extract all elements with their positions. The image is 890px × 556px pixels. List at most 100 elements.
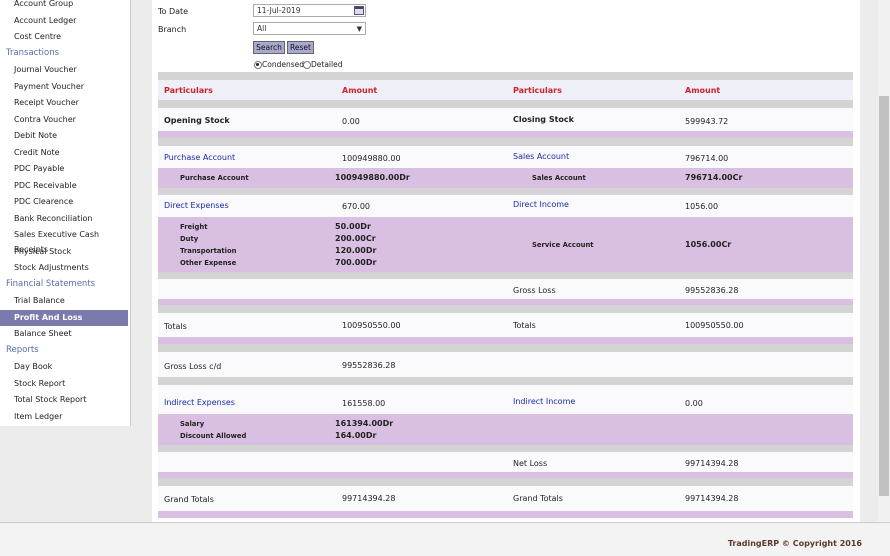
salary-label: Salary: [180, 420, 205, 428]
sidebar-item-debit-note[interactable]: Debit Note: [0, 128, 128, 144]
branch-selected-value: All: [257, 24, 267, 33]
branch-select[interactable]: All ▼: [253, 22, 366, 35]
net-loss-amount: 99714394.28: [685, 459, 739, 468]
header-row: Particulars Amount Particulars Amount: [158, 80, 853, 100]
sidebar-item-account-group[interactable]: Account Group: [0, 0, 128, 12]
gross-loss-cd-label: Gross Loss c/d: [164, 362, 222, 371]
totals-right-amount: 100950550.00: [685, 321, 744, 330]
direct-expenses-amount: 670.00: [342, 202, 370, 211]
transportation-label: Transportation: [180, 247, 237, 255]
calendar-icon[interactable]: [354, 6, 364, 15]
condensed-radio[interactable]: Condensed: [254, 60, 304, 69]
service-account-amount: 1056.00Cr: [685, 240, 732, 249]
header-particulars-right: Particulars: [513, 86, 562, 95]
direct-expenses-link[interactable]: Direct Expenses: [164, 201, 229, 210]
service-account-label: Service Account: [532, 241, 594, 249]
separator: [158, 511, 853, 518]
purchase-sales-row: Purchase Account 100949880.00 Sales Acco…: [158, 146, 853, 168]
direct-income-link[interactable]: Direct Income: [513, 200, 569, 209]
direct-row: Direct Expenses 670.00 Direct Income 105…: [158, 195, 853, 217]
indirect-detail-row: Salary 161394.00Dr Discount Allowed 164.…: [158, 414, 853, 445]
sidebar-item-balance-sheet[interactable]: Balance Sheet: [0, 326, 128, 342]
sidebar-heading-reports: Reports: [6, 344, 39, 355]
opening-stock-label: Opening Stock: [164, 116, 230, 125]
sidebar-item-pdc-receivable[interactable]: PDC Receivable: [0, 178, 128, 194]
header-amount-left: Amount: [342, 86, 378, 95]
vertical-scrollbar[interactable]: [878, 0, 890, 522]
separator: [158, 72, 853, 80]
grand-totals-left-amount: 99714394.28: [342, 494, 396, 503]
separator: [158, 100, 853, 108]
totals-left-amount: 100950550.00: [342, 321, 401, 330]
sidebar-item-total-stock-report[interactable]: Total Stock Report: [0, 392, 128, 408]
separator: [158, 188, 853, 195]
search-button[interactable]: Search: [253, 41, 285, 54]
separator: [158, 377, 853, 385]
sidebar-item-pdc-payable[interactable]: PDC Payable: [0, 161, 128, 177]
freight-label: Freight: [180, 223, 208, 231]
sales-account-link[interactable]: Sales Account: [513, 152, 569, 161]
sidebar-item-sales-executive-cash-receipts[interactable]: Sales Executive Cash Receipts: [0, 227, 128, 254]
totals-right-label: Totals: [513, 321, 536, 330]
separator: [158, 344, 853, 352]
other-expense-amount: 700.00Dr: [335, 258, 377, 267]
gross-loss-amount: 99552836.28: [685, 286, 739, 295]
footer: TradingERP © Copyright 2016: [0, 522, 890, 556]
sidebar-item-physical-stock[interactable]: Physical Stock: [0, 244, 128, 260]
gross-loss-row: Gross Loss 99552836.28: [158, 279, 853, 299]
branch-label: Branch: [158, 25, 187, 34]
sales-account-amount: 796714.00: [685, 154, 729, 163]
separator: [158, 445, 853, 452]
header-amount-right: Amount: [685, 86, 721, 95]
to-date-input[interactable]: 11-Jul-2019: [253, 4, 366, 17]
scrollbar-thumb[interactable]: [879, 96, 889, 496]
totals-row: Totals 100950550.00 Totals 100950550.00: [158, 313, 853, 337]
sidebar-item-bank-reconciliation[interactable]: Bank Reconciliation: [0, 211, 128, 227]
sidebar-item-stock-adjustments[interactable]: Stock Adjustments: [0, 260, 128, 276]
net-loss-row: Net Loss 99714394.28: [158, 452, 853, 472]
sidebar-item-pdc-clearence[interactable]: PDC Clearence: [0, 194, 128, 210]
sidebar-item-payment-voucher[interactable]: Payment Voucher: [0, 79, 128, 95]
totals-left-label: Totals: [164, 322, 187, 331]
indirect-expenses-amount: 161558.00: [342, 399, 386, 408]
indirect-expenses-link[interactable]: Indirect Expenses: [164, 398, 235, 407]
gross-loss-cd-row: Gross Loss c/d 99552836.28: [158, 352, 853, 377]
opening-stock-amount: 0.00: [342, 117, 360, 126]
sidebar-item-profit-and-loss[interactable]: Profit And Loss: [0, 309, 128, 326]
separator: [158, 478, 853, 486]
gross-loss-label: Gross Loss: [513, 286, 556, 295]
transportation-amount: 120.00Dr: [335, 246, 377, 255]
indirect-income-link[interactable]: Indirect Income: [513, 397, 575, 406]
net-loss-label: Net Loss: [513, 459, 548, 468]
separator: [158, 305, 853, 313]
other-expense-label: Other Expense: [180, 259, 237, 267]
grand-totals-left-label: Grand Totals: [164, 495, 214, 504]
duty-label: Duty: [180, 235, 199, 243]
separator: [158, 272, 853, 279]
sidebar-item-day-book[interactable]: Day Book: [0, 359, 128, 375]
to-date-value: 11-Jul-2019: [257, 6, 301, 15]
sidebar-item-journal-voucher[interactable]: Journal Voucher: [0, 62, 128, 78]
separator: [158, 138, 853, 146]
freight-amount: 50.00Dr: [335, 222, 371, 231]
indirect-income-amount: 0.00: [685, 399, 703, 408]
header-particulars-left: Particulars: [164, 86, 213, 95]
discount-allowed-amount: 164.00Dr: [335, 431, 377, 440]
sidebar-item-item-ledger[interactable]: Item Ledger: [0, 409, 128, 425]
sidebar-item-receipt-voucher[interactable]: Receipt Voucher: [0, 95, 128, 111]
sidebar-item-cost-centre[interactable]: Cost Centre: [0, 29, 128, 45]
sidebar-item-account-ledger[interactable]: Account Ledger: [0, 13, 128, 29]
sales-detail-label: Sales Account: [532, 174, 586, 182]
sidebar-item-contra-voucher[interactable]: Contra Voucher: [0, 112, 128, 128]
sidebar-heading-financial-statements: Financial Statements: [6, 278, 96, 289]
sidebar-item-credit-note[interactable]: Credit Note: [0, 145, 128, 161]
sidebar-item-stock-report[interactable]: Stock Report: [0, 376, 128, 392]
indirect-row: Indirect Expenses 161558.00 Indirect Inc…: [158, 385, 853, 414]
purchase-account-link[interactable]: Purchase Account: [164, 153, 235, 162]
copyright-text: TradingERP © Copyright 2016: [727, 539, 862, 548]
detailed-radio[interactable]: Detailed: [303, 60, 342, 69]
reset-button[interactable]: Reset: [287, 41, 314, 54]
sidebar-item-trial-balance[interactable]: Trial Balance: [0, 293, 128, 309]
closing-stock-label: Closing Stock: [513, 115, 574, 124]
grand-totals-right-label: Grand Totals: [513, 494, 563, 503]
